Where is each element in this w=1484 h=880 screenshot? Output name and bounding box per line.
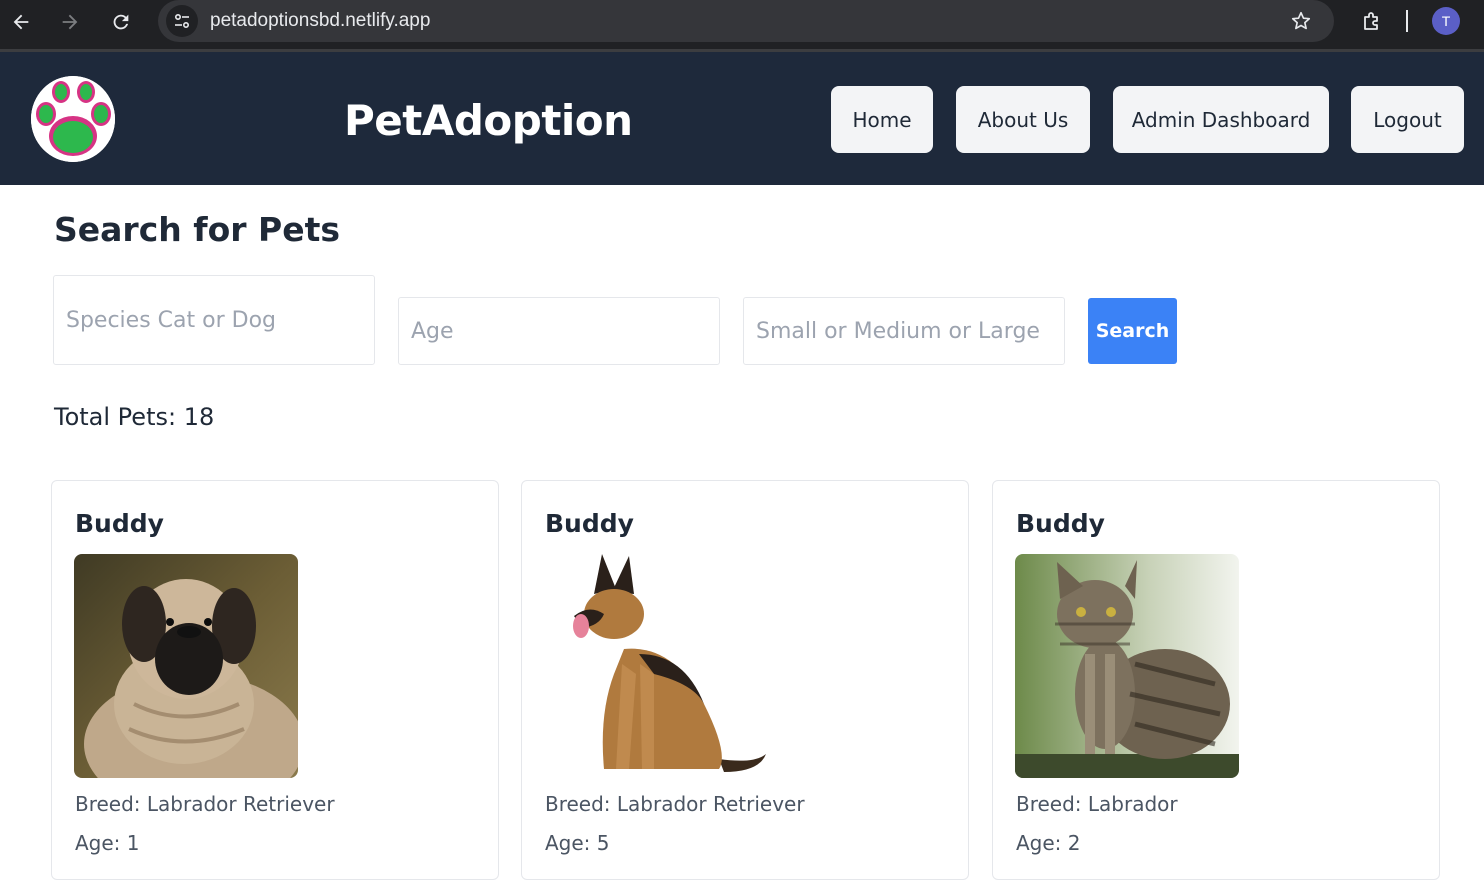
browser-toolbar: petadoptionsbd.netlify.app T	[0, 0, 1484, 52]
brand-title[interactable]: PetAdoption	[344, 96, 633, 145]
url-text[interactable]: petadoptionsbd.netlify.app	[210, 10, 430, 32]
back-arrow-icon[interactable]	[5, 6, 37, 38]
total-pets-count: Total Pets: 18	[54, 403, 215, 431]
pet-card[interactable]: Buddy Breed: Labrador Retriever Age: 5	[521, 480, 969, 880]
pet-name: Buddy	[1016, 509, 1105, 538]
pet-name: Buddy	[75, 509, 164, 538]
profile-initial: T	[1441, 13, 1451, 29]
nav-about-button[interactable]: About Us	[956, 86, 1090, 153]
nav-home-button[interactable]: Home	[831, 86, 933, 153]
pet-age: Age: 2	[1016, 831, 1081, 855]
pet-card[interactable]: Buddy Breed: Labrador Retriever Age: 1	[51, 480, 499, 880]
age-input[interactable]	[411, 318, 719, 344]
bookmark-star-icon[interactable]	[1286, 6, 1316, 36]
pet-name: Buddy	[545, 509, 634, 538]
pet-breed: Breed: Labrador Retriever	[75, 792, 335, 816]
age-field[interactable]	[398, 297, 720, 365]
forward-arrow-icon[interactable]	[54, 6, 86, 38]
site-info-icon[interactable]	[166, 5, 198, 37]
page-title: Search for Pets	[54, 210, 341, 249]
pet-age: Age: 5	[545, 831, 610, 855]
species-input[interactable]	[66, 307, 374, 333]
extensions-icon[interactable]	[1356, 6, 1388, 38]
search-button[interactable]: Search	[1088, 298, 1177, 364]
profile-avatar[interactable]: T	[1432, 7, 1460, 35]
pet-card[interactable]: Buddy Breed: Labrador Age: 2	[992, 480, 1440, 880]
size-field[interactable]	[743, 297, 1065, 365]
toolbar-divider	[1406, 10, 1408, 32]
german-shepherd-dog-photo	[544, 554, 768, 778]
address-bar[interactable]: petadoptionsbd.netlify.app	[158, 0, 1334, 42]
mastiff-dog-photo	[74, 554, 298, 778]
tabby-cat-photo	[1015, 554, 1239, 778]
nav-logout-button[interactable]: Logout	[1351, 86, 1464, 153]
species-field[interactable]	[53, 275, 375, 365]
nav-admin-dashboard-button[interactable]: Admin Dashboard	[1113, 86, 1329, 153]
pet-breed: Breed: Labrador	[1016, 792, 1178, 816]
site-header: PetAdoption Home About Us Admin Dashboar…	[0, 52, 1484, 185]
paw-logo-icon[interactable]	[31, 76, 115, 162]
pet-breed: Breed: Labrador Retriever	[545, 792, 805, 816]
pet-age: Age: 1	[75, 831, 140, 855]
reload-icon[interactable]	[105, 6, 137, 38]
size-input[interactable]	[756, 318, 1064, 344]
